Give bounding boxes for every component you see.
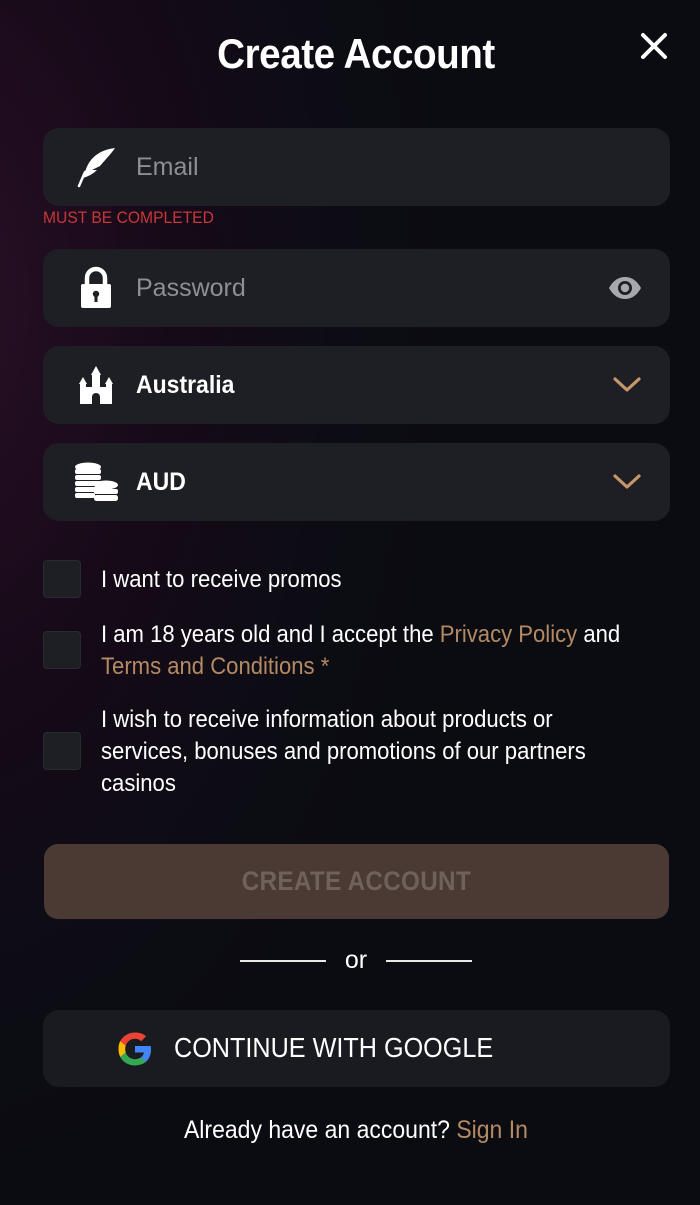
email-input[interactable] bbox=[136, 128, 596, 206]
age-terms-checkbox-label: I am 18 years old and I accept the Priva… bbox=[101, 619, 635, 683]
or-divider-text: or bbox=[344, 946, 368, 974]
close-button[interactable] bbox=[636, 28, 672, 64]
email-error-message: MUST BE COMPLETED bbox=[43, 208, 214, 227]
partners-checkbox[interactable] bbox=[43, 732, 81, 770]
country-select[interactable]: Australia bbox=[43, 346, 670, 424]
create-account-button[interactable]: CREATE ACCOUNT bbox=[44, 844, 669, 919]
promos-checkbox[interactable] bbox=[43, 560, 81, 598]
privacy-policy-link[interactable]: Privacy Policy bbox=[440, 621, 577, 648]
create-account-modal: Create Account MUST BE COMPLETED bbox=[0, 0, 700, 1205]
lock-icon bbox=[73, 265, 119, 311]
password-input[interactable] bbox=[136, 249, 596, 327]
currency-select[interactable]: AUD bbox=[43, 443, 670, 521]
castle-icon bbox=[73, 362, 119, 408]
age-terms-checkbox[interactable] bbox=[43, 631, 81, 669]
divider-line-right bbox=[386, 960, 472, 962]
country-selected-value: Australia bbox=[136, 370, 235, 399]
create-account-button-label: CREATE ACCOUNT bbox=[241, 866, 472, 896]
chevron-down-icon bbox=[613, 377, 641, 392]
terms-and-conditions-link[interactable]: Terms and Conditions bbox=[101, 653, 315, 680]
age-terms-and-text: and bbox=[577, 621, 621, 648]
age-terms-text: I am 18 years old and I accept the bbox=[101, 621, 440, 648]
continue-with-google-label: CONTINUE WITH GOOGLE bbox=[174, 1032, 494, 1063]
signin-prompt-text: Already have an account? bbox=[184, 1116, 457, 1144]
coins-icon bbox=[73, 459, 119, 505]
email-field-container bbox=[43, 128, 670, 206]
partners-checkbox-label: I wish to receive information about prod… bbox=[101, 706, 586, 797]
feather-icon bbox=[73, 144, 119, 190]
page-title: Create Account bbox=[217, 30, 495, 77]
close-icon bbox=[641, 33, 667, 59]
promos-checkbox-label: I want to receive promos bbox=[101, 566, 342, 593]
eye-icon[interactable] bbox=[608, 276, 642, 300]
chevron-down-icon bbox=[613, 474, 641, 489]
continue-with-google-button[interactable]: CONTINUE WITH GOOGLE bbox=[43, 1010, 670, 1087]
password-field-container bbox=[43, 249, 670, 327]
currency-selected-value: AUD bbox=[136, 467, 186, 496]
required-mark: * bbox=[314, 653, 330, 680]
signin-prompt: Already have an account? Sign In bbox=[0, 1116, 700, 1145]
sign-in-link[interactable]: Sign In bbox=[456, 1116, 528, 1144]
google-icon bbox=[118, 1032, 151, 1066]
divider-line-left bbox=[240, 960, 326, 962]
